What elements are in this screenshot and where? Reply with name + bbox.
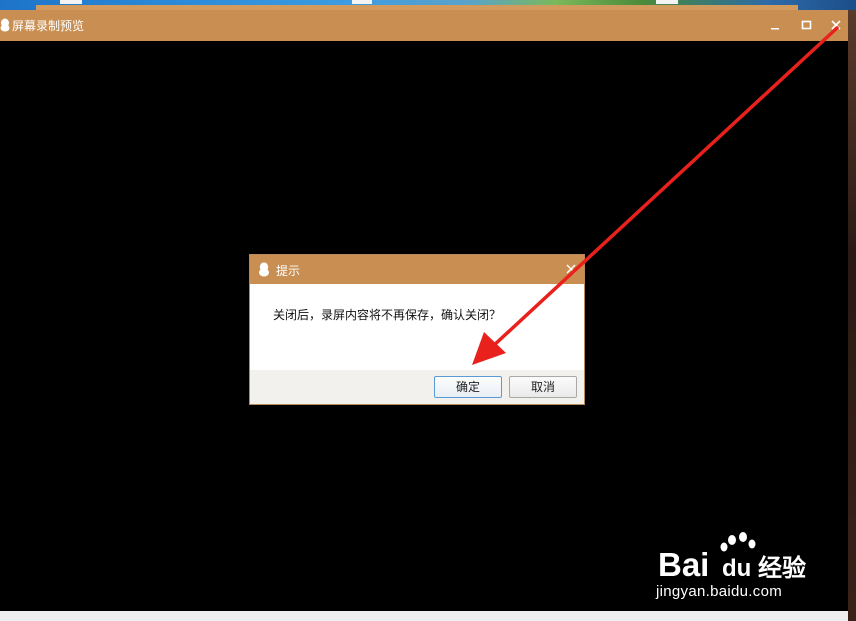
watermark-logo-du: du [722,555,751,582]
qq-penguin-icon [0,18,10,32]
window-titlebar[interactable]: 屏幕录制预览 [0,10,848,41]
watermark-logo-jingyan: 经验 [758,554,806,582]
close-icon [831,20,841,30]
desktop-background-strip [0,0,856,10]
paw-icon [720,532,756,552]
window-bottom-bar [0,611,848,621]
confirm-close-dialog: 提示 关闭后，录屏内容将不再保存，确认关闭？ 确定 取消 [249,254,585,405]
maximize-icon [801,20,812,30]
dialog-message: 关闭后，录屏内容将不再保存，确认关闭？ [273,308,502,322]
confirm-button[interactable]: 确定 [434,376,502,398]
desktop-taskbar-fragment [352,0,372,4]
desktop-right-edge [848,10,856,621]
qq-penguin-icon [259,262,269,277]
watermark-logo-bai: Bai [658,546,709,583]
minimize-icon [771,28,779,30]
watermark-url: jingyan.baidu.com [656,583,783,600]
dialog-title: 提示 [276,264,301,278]
dialog-footer: 确定 取消 [250,370,584,404]
desktop-taskbar-fragment [656,0,678,4]
close-button[interactable] [825,15,847,35]
dialog-titlebar[interactable]: 提示 [250,255,584,284]
window-title: 屏幕录制预览 [12,19,85,33]
maximize-button[interactable] [795,15,817,35]
desktop-taskbar-fragment [60,0,82,4]
dialog-close-icon[interactable] [566,264,576,274]
cancel-button[interactable]: 取消 [509,376,577,398]
minimize-button[interactable] [764,15,786,35]
